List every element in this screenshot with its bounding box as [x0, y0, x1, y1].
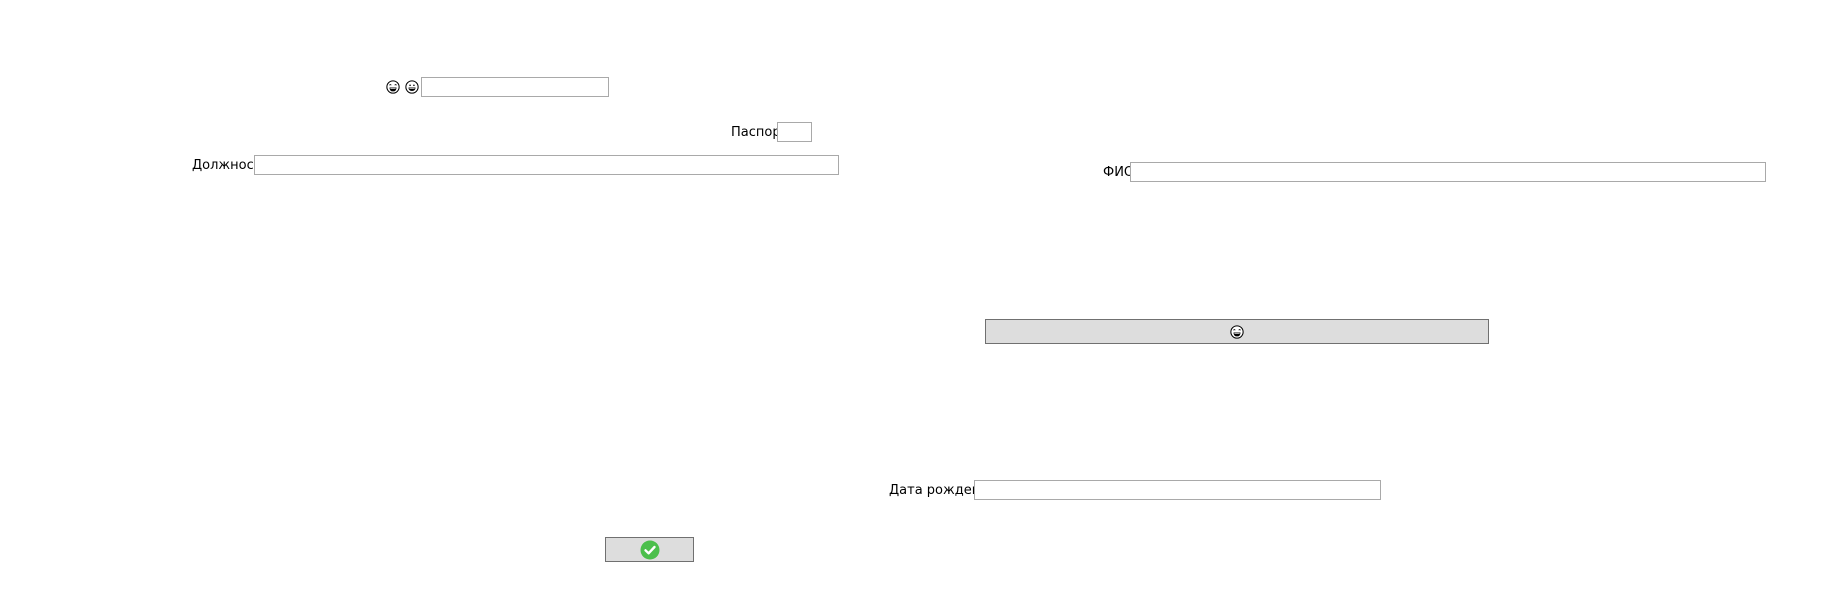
- confirm-button[interactable]: [605, 537, 694, 562]
- grinning-face-icon: [405, 80, 419, 94]
- position-input[interactable]: [254, 155, 839, 175]
- top-text-input[interactable]: [421, 77, 609, 97]
- face-button[interactable]: [985, 319, 1489, 344]
- laughing-face-icon: [386, 80, 400, 94]
- fio-input[interactable]: [1130, 162, 1766, 182]
- passport-input[interactable]: [777, 122, 812, 142]
- birth-date-input[interactable]: [974, 480, 1381, 500]
- check-circle-icon: [640, 540, 660, 560]
- laughing-face-icon: [1230, 324, 1244, 339]
